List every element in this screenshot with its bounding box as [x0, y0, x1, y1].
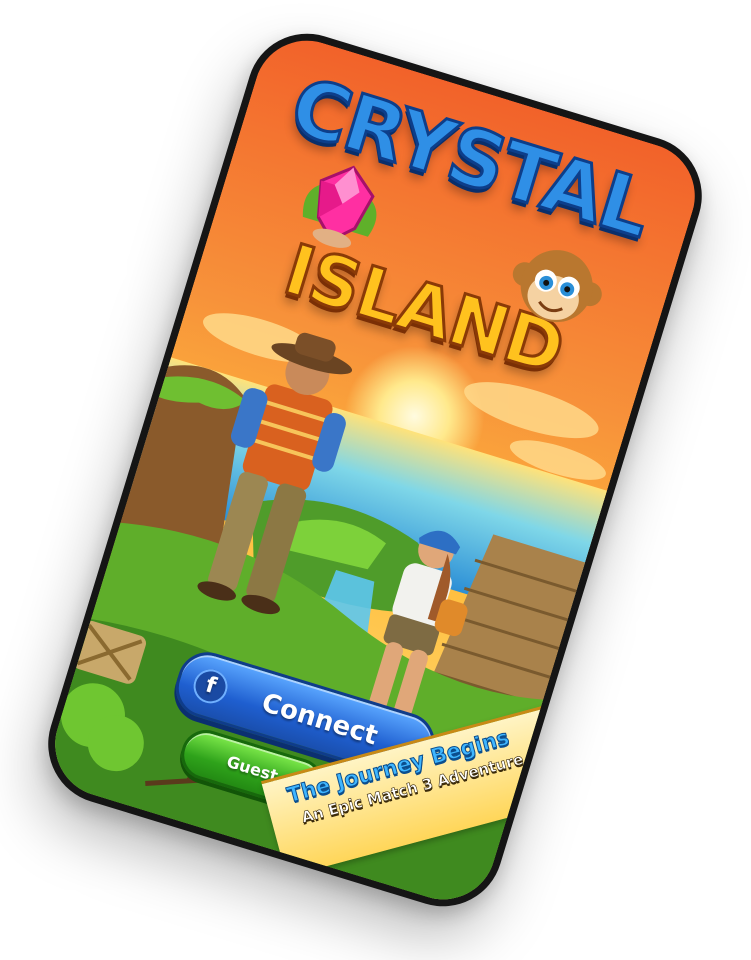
facebook-icon: f	[189, 665, 232, 708]
stage: CRYSTAL ISLAND f Connect Guest The Journ…	[0, 0, 751, 960]
game-screen: CRYSTAL ISLAND f Connect Guest The Journ…	[42, 27, 708, 913]
phone-frame: CRYSTAL ISLAND f Connect Guest The Journ…	[33, 18, 717, 922]
